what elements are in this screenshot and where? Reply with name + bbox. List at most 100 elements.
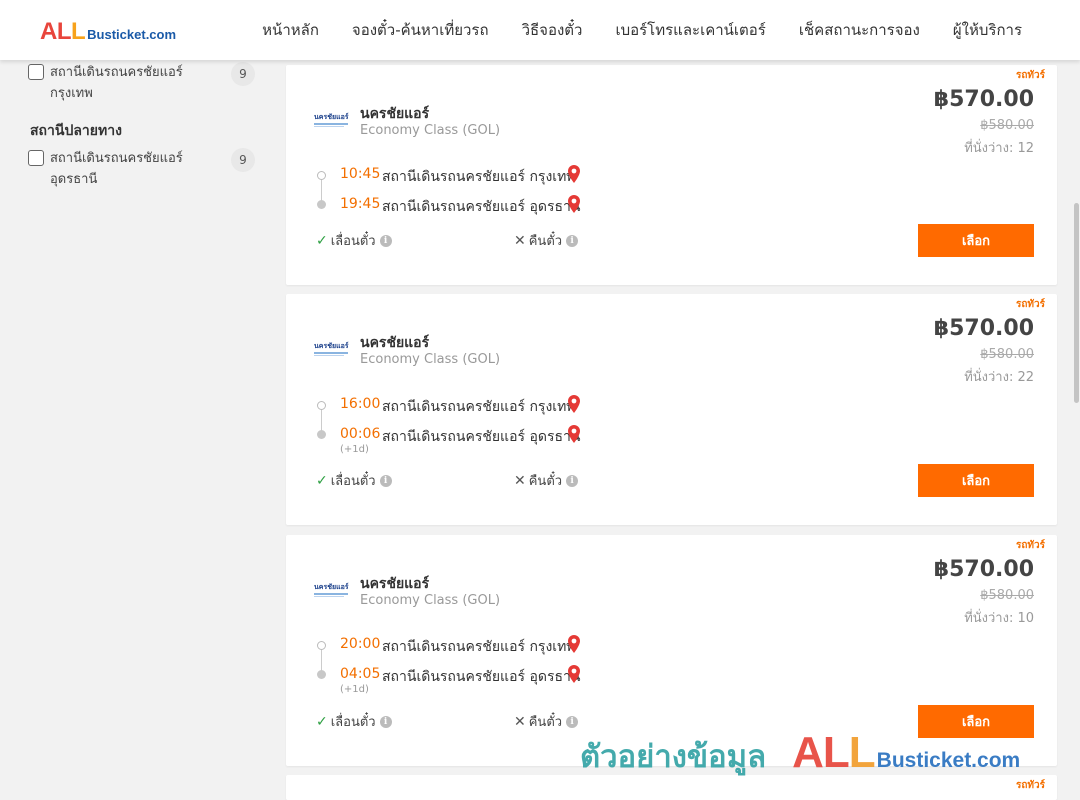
- check-icon: ✓: [316, 713, 328, 730]
- check-icon: ✓: [316, 232, 328, 249]
- select-trip-button[interactable]: เลือก: [918, 464, 1034, 497]
- operator-logo-text: นครชัยแอร์: [314, 343, 349, 350]
- bus-class: Economy Class (GOL): [360, 352, 501, 367]
- operator-logo-bar-thin: [314, 355, 344, 356]
- operator-logo-bar: [314, 593, 348, 595]
- origin-station-count: 9: [231, 62, 255, 86]
- select-trip-button[interactable]: เลือก: [918, 224, 1034, 257]
- origin-station-checkbox[interactable]: [28, 64, 44, 80]
- arrival-station: สถานีเดินรถนครชัยแอร์ อุดรธานี: [382, 669, 581, 685]
- info-icon[interactable]: i: [566, 474, 579, 487]
- price: ฿570.00: [933, 557, 1034, 582]
- logo-all-orange: L: [71, 18, 86, 45]
- info-icon[interactable]: i: [379, 234, 392, 247]
- promo-label: รถทัวร์: [1015, 70, 1045, 81]
- operator-logo: นครชัยแอร์: [314, 343, 352, 359]
- destination-station-checkbox[interactable]: [28, 150, 44, 166]
- arrival-dot: [317, 430, 326, 439]
- change-ticket-feature: ✓ เลื่อนตั๋ว i: [316, 470, 392, 491]
- operator-logo: นครชัยแอร์: [314, 114, 352, 130]
- operator-logo-bar-thin: [314, 596, 344, 597]
- operator-logo-bar: [314, 352, 348, 354]
- trip-card: รถทัวร์ นครชัยแอร์ นครชัยแอร์ Economy Cl…: [286, 65, 1057, 285]
- info-icon[interactable]: i: [566, 715, 579, 728]
- site-logo[interactable]: ALL Busticket.com: [40, 18, 176, 46]
- refund-ticket-feature: ✕ คืนตั๋ว i: [514, 230, 579, 251]
- departure-dot: [317, 171, 326, 180]
- cross-icon: ✕: [514, 232, 526, 249]
- promo-label: รถทัวร์: [1015, 540, 1045, 551]
- change-ticket-feature: ✓ เลื่อนตั๋ว i: [316, 230, 392, 251]
- operator-name: นครชัยแอร์: [360, 335, 430, 351]
- price: ฿570.00: [933, 87, 1034, 112]
- refund-ticket-feature: ✕ คืนตั๋ว i: [514, 711, 579, 732]
- arrival-station: สถานีเดินรถนครชัยแอร์ อุดรธานี: [382, 199, 581, 215]
- map-pin-icon[interactable]: [568, 165, 580, 183]
- logo-all-text: ALL: [40, 18, 86, 46]
- departure-station: สถานีเดินรถนครชัยแอร์ กรุงเทพ: [382, 639, 576, 655]
- promo-label: รถทัวร์: [1015, 299, 1045, 310]
- scrollbar-thumb[interactable]: [1074, 203, 1079, 403]
- map-pin-icon[interactable]: [568, 395, 580, 413]
- refund-ticket-feature: ✕ คืนตั๋ว i: [514, 470, 579, 491]
- arrival-dot: [317, 200, 326, 209]
- operator-logo: นครชัยแอร์: [314, 584, 352, 600]
- refund-ticket-label: คืนตั๋ว: [528, 474, 563, 489]
- sample-data-watermark: ตัวอย่างข้อมูล ALL Busticket.com: [580, 728, 1020, 778]
- arrival-time: 19:45: [340, 196, 381, 212]
- change-ticket-feature: ✓ เลื่อนตั๋ว i: [316, 711, 392, 732]
- change-ticket-label: เลื่อนตั๋ว: [330, 715, 376, 730]
- next-day-indicator: (+1d): [340, 684, 369, 695]
- departure-time: 10:45: [340, 166, 381, 182]
- nav-operators[interactable]: ผู้ให้บริการ: [953, 18, 1022, 42]
- original-price: ฿580.00: [980, 588, 1034, 603]
- map-pin-icon[interactable]: [568, 425, 580, 443]
- nav-check-booking[interactable]: เช็คสถานะการจอง: [799, 18, 920, 42]
- nav-contact-counter[interactable]: เบอร์โทรและเคาน์เตอร์: [615, 18, 765, 42]
- operator-name: นครชัยแอร์: [360, 576, 430, 592]
- map-pin-icon[interactable]: [568, 195, 580, 213]
- check-icon: ✓: [316, 472, 328, 489]
- arrival-time: 00:06: [340, 426, 381, 442]
- page-scrollbar[interactable]: [1072, 60, 1080, 800]
- change-ticket-label: เลื่อนตั๋ว: [330, 474, 376, 489]
- map-pin-icon[interactable]: [568, 635, 580, 653]
- origin-station-label: สถานีเดินรถนครชัยแอร์ กรุงเทพ: [50, 65, 183, 101]
- nav-home[interactable]: หน้าหลัก: [262, 18, 319, 42]
- destination-station-label: สถานีเดินรถนครชัยแอร์ อุดรธานี: [50, 151, 183, 187]
- refund-ticket-label: คืนตั๋ว: [528, 715, 563, 730]
- bus-class: Economy Class (GOL): [360, 593, 501, 608]
- nav-how-to-book[interactable]: วิธีจองตั๋ว: [522, 18, 583, 42]
- map-pin-icon[interactable]: [568, 665, 580, 683]
- original-price: ฿580.00: [980, 347, 1034, 362]
- operator-name: นครชัยแอร์: [360, 106, 430, 122]
- change-ticket-label: เลื่อนตั๋ว: [330, 234, 376, 249]
- destination-heading: สถานีปลายทาง: [30, 123, 122, 139]
- watermark-thai-text: ตัวอย่างข้อมูล: [580, 739, 767, 775]
- bus-class: Economy Class (GOL): [360, 123, 501, 138]
- info-icon[interactable]: i: [566, 234, 579, 247]
- departure-station: สถานีเดินรถนครชัยแอร์ กรุงเทพ: [382, 399, 576, 415]
- filter-sidebar: สถานีเดินรถนครชัยแอร์ กรุงเทพ 9 สถานีปลา…: [0, 60, 275, 800]
- logo-busticket-text: Busticket.com: [87, 27, 177, 42]
- cross-icon: ✕: [514, 713, 526, 730]
- cross-icon: ✕: [514, 472, 526, 489]
- price: ฿570.00: [933, 316, 1034, 341]
- watermark-all-red: AL: [792, 728, 850, 777]
- nav-book-search[interactable]: จองตั๋ว-ค้นหาเที่ยวรถ: [352, 18, 489, 42]
- original-price: ฿580.00: [980, 118, 1034, 133]
- departure-time: 20:00: [340, 636, 381, 652]
- arrival-station: สถานีเดินรถนครชัยแอร์ อุดรธานี: [382, 429, 581, 445]
- info-icon[interactable]: i: [379, 474, 392, 487]
- operator-logo-bar-thin: [314, 126, 344, 127]
- logo-all-red: AL: [40, 18, 72, 45]
- promo-label: รถทัวร์: [1015, 780, 1045, 791]
- main-nav: หน้าหลัก จองตั๋ว-ค้นหาเที่ยวรถ วิธีจองตั…: [262, 0, 1022, 60]
- info-icon[interactable]: i: [379, 715, 392, 728]
- trip-card: รถทัวร์ นครชัยแอร์ นครชัยแอร์ Economy Cl…: [286, 294, 1057, 525]
- next-day-indicator: (+1d): [340, 444, 369, 455]
- departure-dot: [317, 401, 326, 410]
- watermark-busticket-text: Busticket.com: [876, 749, 1021, 772]
- refund-ticket-label: คืนตั๋ว: [528, 234, 563, 249]
- departure-dot: [317, 641, 326, 650]
